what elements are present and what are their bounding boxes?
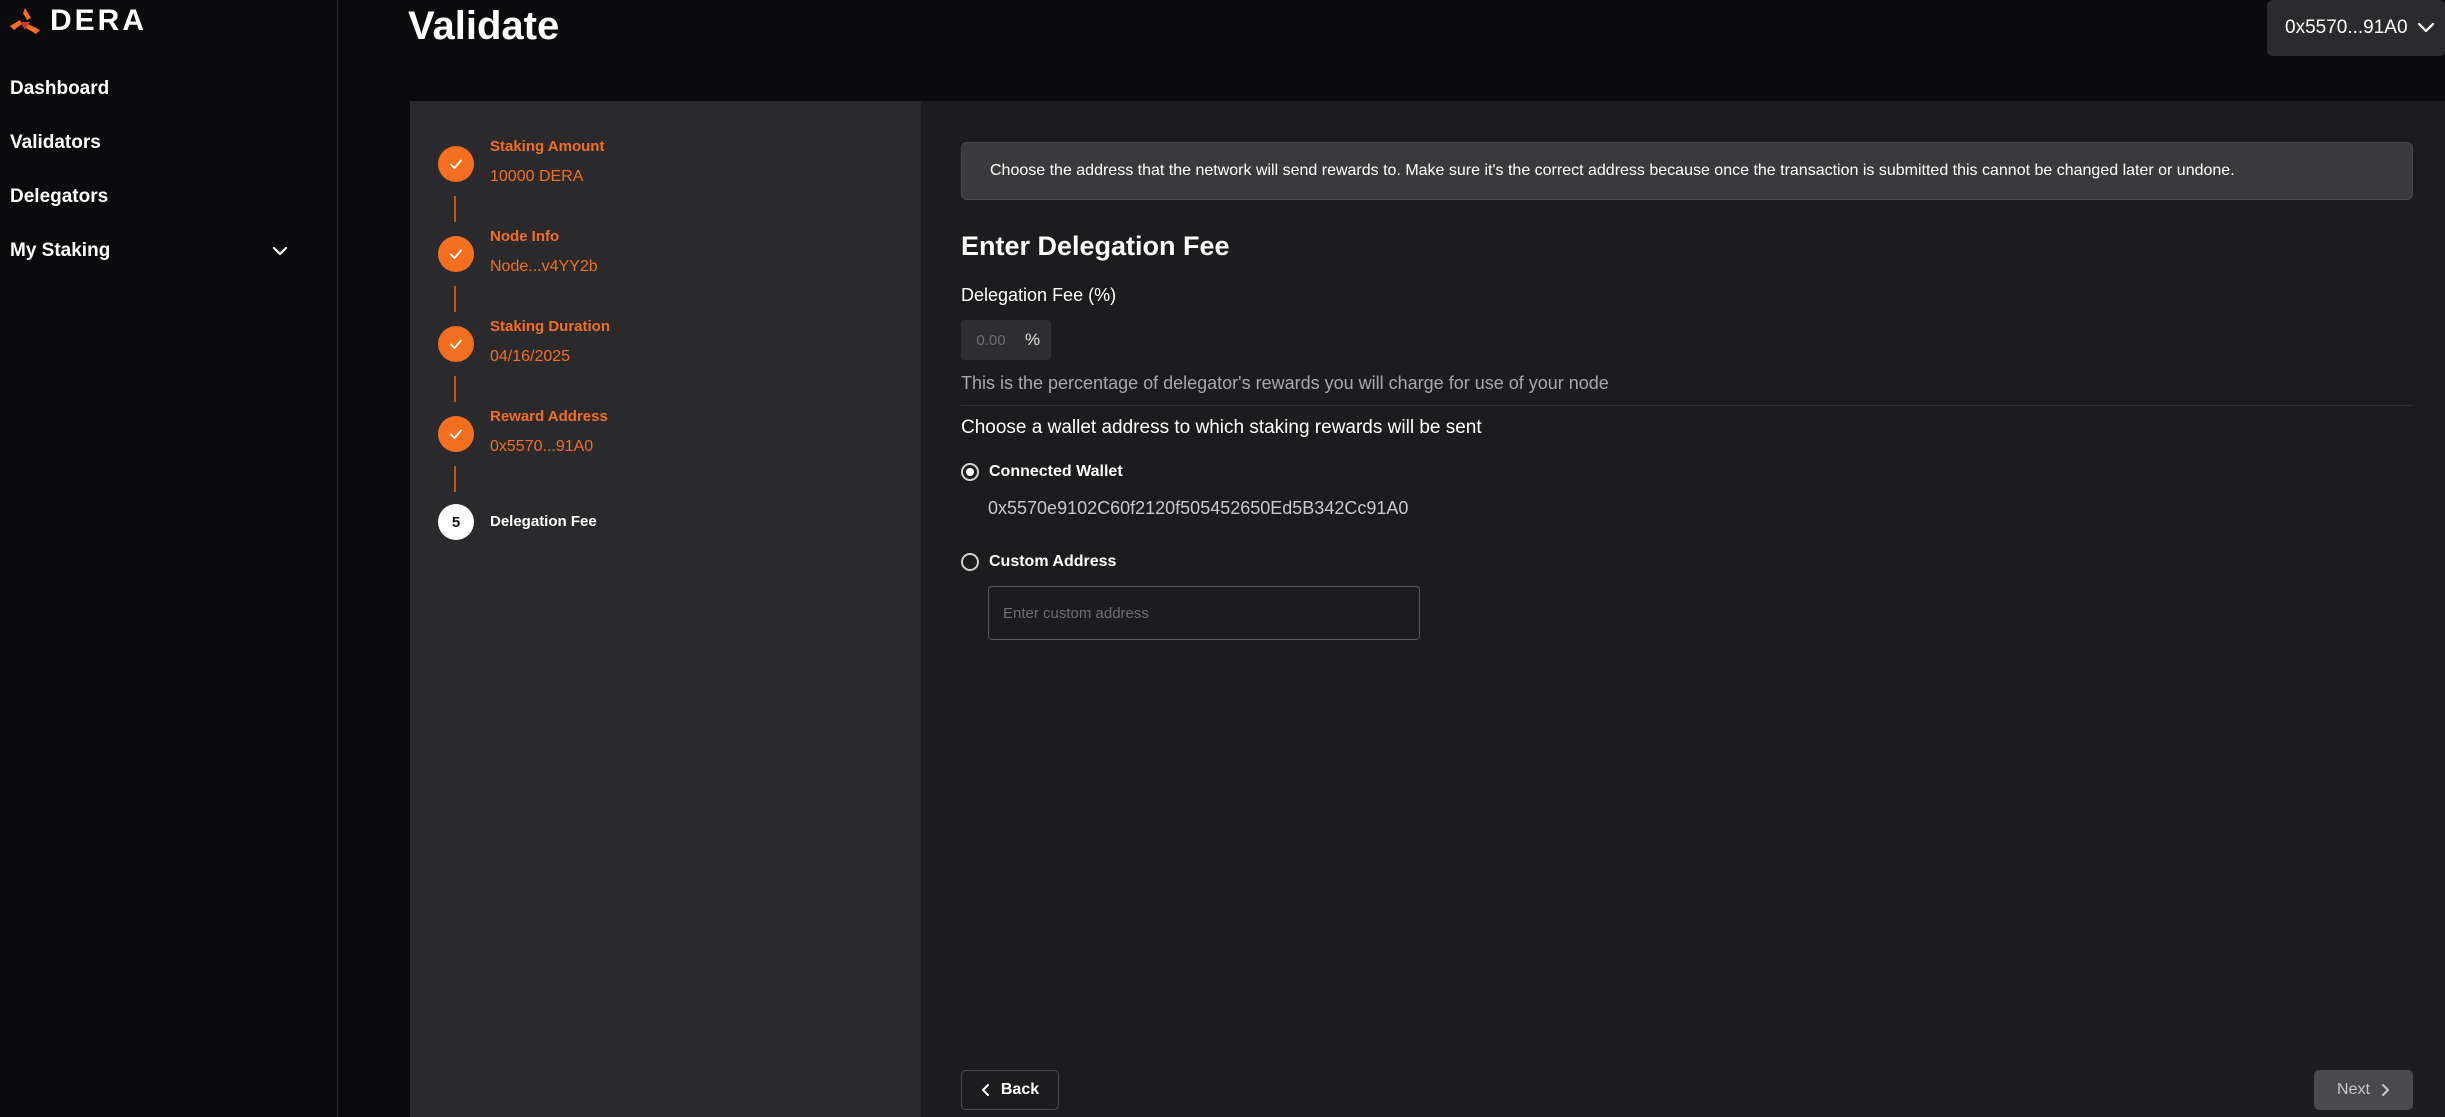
form-panel: Choose the address that the network will…	[921, 101, 2445, 1117]
step-title: Delegation Fee	[490, 513, 597, 530]
step-value: 0x5570...91A0	[490, 438, 594, 455]
step-connector	[454, 286, 456, 312]
delegation-fee-label: Delegation Fee (%)	[961, 285, 1117, 305]
page-title: Validate	[408, 4, 560, 48]
back-button-label: Back	[1000, 1081, 1040, 1098]
logo-text: DERA	[50, 4, 148, 37]
check-icon	[438, 146, 474, 182]
divider	[961, 405, 2413, 406]
sidebar-item-dashboard[interactable]: Dashboard	[10, 78, 109, 100]
percent-unit: %	[1025, 330, 1041, 349]
chevron-down-icon[interactable]	[268, 242, 292, 262]
check-icon	[438, 416, 474, 452]
radio-selected[interactable]	[961, 463, 979, 481]
connected-wallet-label: Connected Wallet	[989, 463, 1123, 480]
step-connector	[454, 376, 456, 402]
step-title: Staking Duration	[490, 318, 611, 335]
stepper-panel: Staking Amount 10000 DERA Node Info Node…	[410, 101, 921, 1117]
chevron-right-icon	[2381, 1084, 2389, 1096]
section-heading: Enter Delegation Fee	[961, 231, 1230, 261]
step-title: Reward Address	[490, 408, 608, 425]
sidebar: DERA Dashboard Validators Delegators My …	[0, 0, 338, 1117]
info-notice: Choose the address that the network will…	[961, 142, 2413, 200]
delegation-fee-field: %	[961, 320, 1051, 360]
next-button-label: Next	[2337, 1081, 2370, 1098]
step-value: Node...v4YY2b	[490, 258, 598, 275]
step-value: 10000 DERA	[490, 168, 584, 185]
connected-wallet-option[interactable]: Connected Wallet	[961, 463, 1123, 481]
step-title: Staking Amount	[490, 138, 605, 155]
custom-address-label: Custom Address	[989, 553, 1117, 570]
step-number-badge: 5	[438, 504, 474, 540]
wallet-choice-label: Choose a wallet address to which staking…	[961, 417, 1482, 438]
check-icon	[438, 326, 474, 362]
delegation-fee-input[interactable]	[961, 321, 1021, 359]
check-icon	[438, 236, 474, 272]
wallet-dropdown-button[interactable]: 0x5570...91A0	[2267, 0, 2445, 56]
step-connector	[454, 466, 456, 492]
radio-unselected[interactable]	[961, 553, 979, 571]
wallet-address-label: 0x5570...91A0	[2285, 17, 2408, 38]
connected-wallet-address: 0x5570e9102C60f2120f505452650Ed5B342Cc91…	[988, 498, 1409, 518]
sidebar-item-my-staking[interactable]: My Staking	[10, 240, 110, 262]
chevron-down-icon	[2417, 22, 2435, 33]
dera-logo-icon	[10, 8, 40, 34]
custom-address-input[interactable]	[988, 586, 1420, 640]
delegation-fee-help: This is the percentage of delegator's re…	[961, 373, 1609, 393]
step-title: Node Info	[490, 228, 560, 245]
step-value: 04/16/2025	[490, 348, 571, 365]
logo[interactable]: DERA	[8, 4, 147, 38]
sidebar-item-delegators[interactable]: Delegators	[10, 186, 108, 208]
sidebar-item-validators[interactable]: Validators	[10, 132, 101, 154]
custom-address-option[interactable]: Custom Address	[961, 553, 1116, 571]
chevron-left-icon	[981, 1084, 989, 1096]
step-connector	[454, 196, 456, 222]
next-button[interactable]: Next	[2314, 1070, 2413, 1110]
back-button[interactable]: Back	[961, 1070, 1059, 1110]
